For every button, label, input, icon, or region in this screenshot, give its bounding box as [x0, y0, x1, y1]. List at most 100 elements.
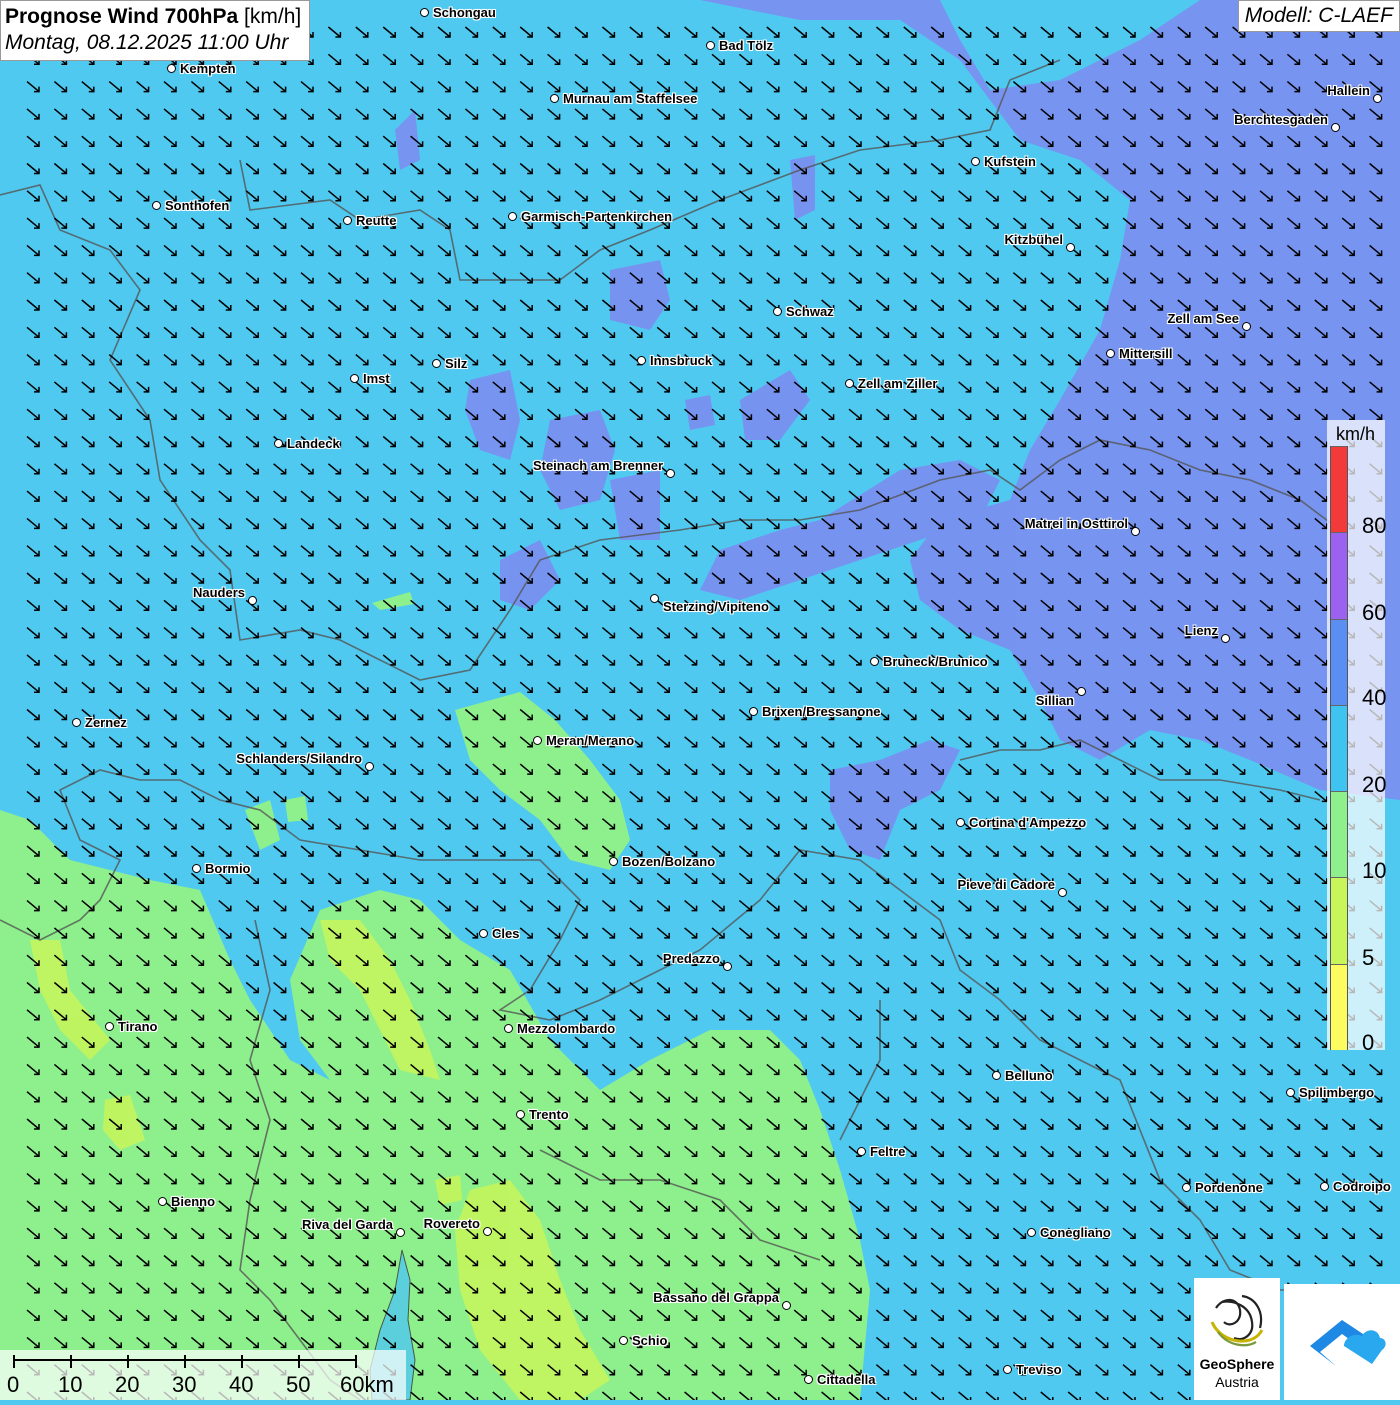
geosphere-emblem-icon [1210, 1294, 1264, 1347]
city-marker [350, 374, 359, 383]
legend-label-20: 20 [1362, 772, 1387, 797]
city-label: Meran/Merano [546, 733, 635, 748]
city-label: Garmisch-Partenkirchen [521, 209, 673, 224]
map-title: Prognose Wind 700hPa [km/h] [5, 4, 301, 30]
city-label: Hallein [1327, 83, 1370, 98]
city-label: Rovereto [423, 1216, 480, 1231]
city-label: Schongau [433, 5, 496, 20]
city-marker [105, 1022, 114, 1031]
city-marker [248, 596, 257, 605]
legend-swatch-10 [1331, 791, 1347, 878]
city-label: Silz [445, 356, 468, 371]
city-marker [1077, 687, 1086, 696]
color-legend: km/h 0 5 10 20 40 60 80 [1327, 420, 1387, 1055]
city-label: Trento [529, 1107, 569, 1122]
legend-label-5: 5 [1362, 945, 1375, 970]
partner-logo[interactable] [1284, 1284, 1400, 1400]
city-label: Bruneck/Brunico [883, 654, 988, 669]
city-label: Murnau am Staffelsee [563, 91, 698, 106]
city-label: Feltre [870, 1144, 906, 1159]
city-label: Tirano [118, 1019, 158, 1034]
city-label: Zell am Ziller [858, 376, 938, 391]
scale-label-0: 0 [7, 1372, 20, 1397]
city-label: Cortina d'Ampezzo [969, 815, 1087, 830]
city-marker [1027, 1228, 1036, 1237]
city-marker [749, 707, 758, 716]
legend-label-10: 10 [1362, 858, 1387, 883]
city-marker [152, 201, 161, 210]
scale-label-60km: 60km [340, 1372, 394, 1397]
city-marker [956, 818, 965, 827]
city-label: Kitzbühel [1004, 232, 1064, 247]
city-marker [870, 657, 879, 666]
city-marker [637, 356, 646, 365]
city-marker [420, 8, 429, 17]
city-label: Lienz [1184, 623, 1218, 638]
city-label: Bad Tölz [719, 38, 774, 53]
city-label: Sillian [1035, 693, 1074, 708]
legend-swatch-0 [1331, 963, 1347, 1050]
city-label: Sonthofen [165, 198, 230, 213]
city-marker [1331, 123, 1340, 132]
city-marker [1106, 349, 1115, 358]
city-marker [72, 718, 81, 727]
city-marker [706, 41, 715, 50]
legend-color-bar [1330, 446, 1348, 1050]
title-main: Prognose Wind 700hPa [5, 5, 239, 28]
city-marker [1066, 243, 1075, 252]
legend-swatch-80 [1331, 446, 1347, 533]
city-label: Sterzing/Vipiteno [663, 599, 769, 614]
city-marker [1182, 1183, 1191, 1192]
city-marker [167, 64, 176, 73]
city-marker [533, 736, 542, 745]
city-marker [1131, 527, 1140, 536]
city-marker [432, 359, 441, 368]
legend-swatch-40 [1331, 618, 1347, 705]
scale-label-20: 20 [115, 1372, 140, 1397]
city-label: Reutte [356, 213, 397, 228]
city-marker [650, 594, 659, 603]
legend-label-40: 40 [1362, 685, 1387, 710]
austria-text: Austria [1215, 1374, 1259, 1390]
city-marker [479, 929, 488, 938]
scale-label-30: 30 [172, 1372, 197, 1397]
legend-label-80: 80 [1362, 513, 1387, 538]
city-label: Pieve di Cadore [957, 877, 1055, 892]
city-label: Imst [363, 371, 390, 386]
city-label: Landeck [287, 436, 340, 451]
city-label: Predazzo [662, 951, 720, 966]
city-marker [845, 379, 854, 388]
city-label: Nauders [192, 585, 245, 600]
city-marker [773, 307, 782, 316]
city-label: Riva del Garda [301, 1217, 393, 1232]
city-marker [396, 1228, 405, 1237]
title-box: Prognose Wind 700hPa [km/h] Montag, 08.1… [0, 0, 311, 61]
city-label: Treviso [1016, 1362, 1062, 1377]
city-marker [723, 962, 732, 971]
city-label: Mezzolombardo [517, 1021, 616, 1036]
geosphere-logo[interactable]: GeoSphere Austria [1194, 1278, 1280, 1400]
city-marker [666, 469, 675, 478]
city-marker [619, 1336, 628, 1345]
geosphere-text: GeoSphere [1199, 1356, 1275, 1372]
scale-bar: 0 10 20 30 40 50 60km [0, 1350, 406, 1400]
city-label: Zernez [85, 715, 127, 730]
city-marker [274, 439, 283, 448]
legend-label-60: 60 [1362, 600, 1387, 625]
city-marker [504, 1024, 513, 1033]
scale-label-10: 10 [58, 1372, 83, 1397]
cloud-arrow-icon [1310, 1320, 1386, 1366]
city-marker [804, 1375, 813, 1384]
city-label: Codroipo [1333, 1179, 1391, 1194]
legend-unit: km/h [1336, 424, 1376, 444]
city-label: Schio [632, 1333, 668, 1348]
city-marker [1058, 888, 1067, 897]
city-label: Belluno [1005, 1068, 1053, 1083]
city-label: Bozen/Bolzano [622, 854, 716, 869]
city-label: Bienno [171, 1194, 216, 1209]
legend-swatch-20 [1331, 704, 1347, 792]
city-marker [857, 1147, 866, 1156]
city-label: Cles [492, 926, 520, 941]
city-marker [343, 216, 352, 225]
forecast-date: Montag, 08.12.2025 11:00 Uhr [5, 31, 289, 54]
